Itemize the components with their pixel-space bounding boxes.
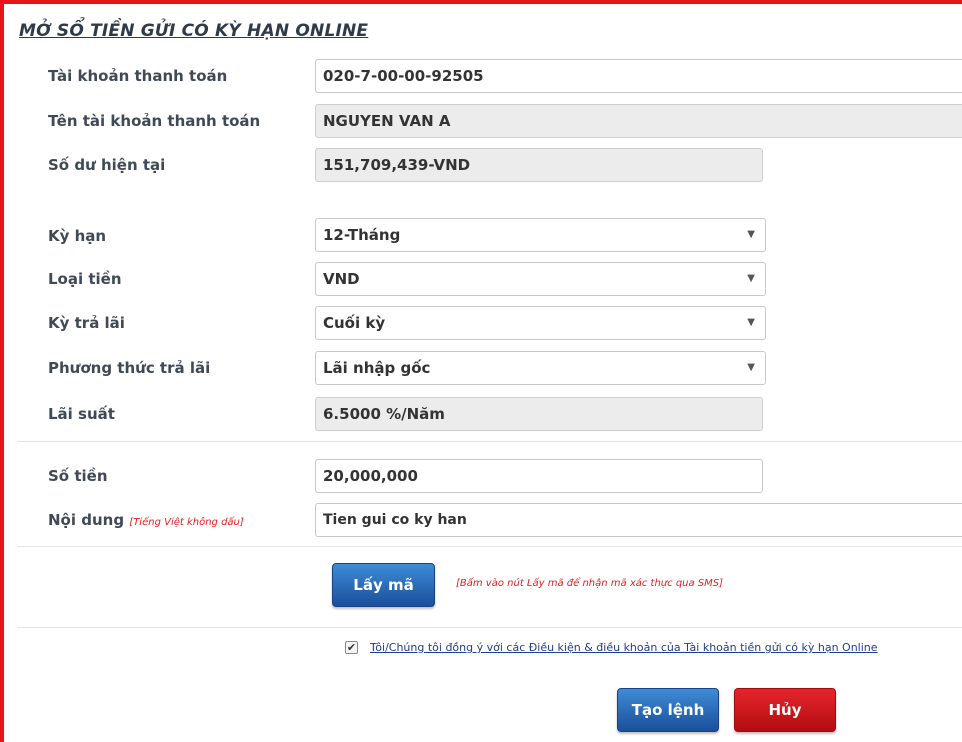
balance-value: 151,709,439-VND [323, 156, 471, 174]
get-code-hint: [Bấm vào nút Lấy mã để nhận mã xác thực … [456, 578, 724, 589]
amount-label: Số tiền [48, 467, 108, 485]
dropdown-arrow-icon: ▼ [747, 229, 755, 240]
interest-period-label: Kỳ trả lãi [48, 314, 125, 332]
rate-value: 6.5000 %/Năm [323, 405, 445, 423]
rate-field: 6.5000 %/Năm [315, 397, 763, 431]
balance-field: 151,709,439-VND [315, 148, 763, 182]
account-value: 020-7-00-00-92505 [323, 67, 484, 85]
content-label-text: Nội dung [48, 511, 125, 529]
page-title: MỞ SỔ TIỀN GỬI CÓ KỲ HẠN ONLINE [19, 21, 369, 41]
account-name-value: NGUYEN VAN A [323, 112, 451, 130]
account-label: Tài khoản thanh toán [48, 67, 228, 85]
dropdown-arrow-icon: ▼ [747, 273, 755, 284]
terms-link[interactable]: Tôi/Chúng tôi đồng ý với các Điều kiện &… [370, 641, 878, 654]
content-hint: [Tiếng Việt không dấu] [129, 517, 244, 528]
dropdown-arrow-icon: ▼ [747, 317, 755, 328]
interest-method-select[interactable]: Lãi nhập gốc ▼ [315, 351, 766, 385]
interest-method-value: Lãi nhập gốc [323, 359, 431, 377]
term-label: Kỳ hạn [48, 227, 107, 245]
balance-label: Số dư hiện tại [48, 156, 166, 174]
content-label: Nội dung [Tiếng Việt không dấu] [48, 511, 244, 529]
content-input[interactable]: Tien gui co ky han [315, 503, 962, 537]
interest-period-value: Cuối kỳ [323, 314, 386, 332]
currency-label: Loại tiền [48, 270, 122, 288]
rate-label: Lãi suất [48, 405, 115, 423]
divider [17, 441, 962, 442]
amount-input[interactable]: 20,000,000 [315, 459, 763, 493]
frame-left-border [0, 0, 4, 742]
cancel-button[interactable]: Hủy [734, 688, 836, 732]
currency-value: VND [323, 270, 360, 288]
content-value: Tien gui co ky han [323, 512, 467, 528]
dropdown-arrow-icon: ▼ [747, 362, 755, 373]
term-value: 12-Tháng [323, 226, 401, 244]
create-order-button[interactable]: Tạo lệnh [617, 688, 719, 732]
interest-method-label: Phương thức trả lãi [48, 359, 211, 377]
account-name-label: Tên tài khoản thanh toán [48, 112, 261, 130]
frame-top-border [0, 0, 962, 4]
account-name-field: NGUYEN VAN A [315, 104, 962, 138]
term-select[interactable]: 12-Tháng ▼ [315, 218, 766, 252]
divider [17, 627, 962, 628]
interest-period-select[interactable]: Cuối kỳ ▼ [315, 306, 766, 340]
terms-checkbox[interactable]: ✔ [345, 641, 358, 654]
currency-select[interactable]: VND ▼ [315, 262, 766, 296]
get-code-button[interactable]: Lấy mã [332, 563, 435, 607]
divider [17, 546, 962, 547]
check-icon: ✔ [346, 641, 357, 654]
amount-value: 20,000,000 [323, 467, 418, 485]
account-field[interactable]: 020-7-00-00-92505 [315, 59, 962, 93]
